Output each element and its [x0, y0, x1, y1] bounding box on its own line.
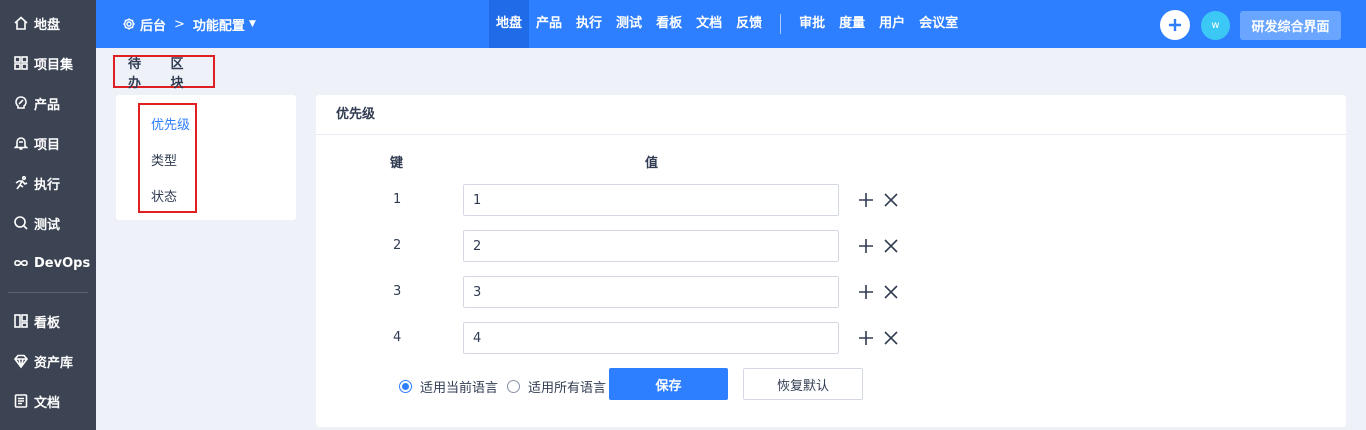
grid-icon	[13, 55, 29, 71]
radio-all-languages[interactable]: 适用所有语言	[507, 377, 606, 396]
topnav-item-docs[interactable]: 文档	[689, 0, 729, 48]
restore-default-button[interactable]: 恢复默认	[743, 368, 863, 400]
add-row-icon[interactable]	[858, 238, 874, 254]
bell-icon	[13, 135, 29, 151]
sidebar-item-label: 资产库	[34, 355, 74, 371]
topnav-divider	[780, 14, 782, 34]
avatar[interactable]: w	[1201, 11, 1230, 40]
value-input[interactable]	[463, 322, 839, 354]
main-panel: 优先级 键 值 1 2 3 4 适用当前语言 适用所有语言 保存 恢复默认	[316, 95, 1346, 427]
save-button[interactable]: 保存	[609, 368, 728, 400]
add-row-icon[interactable]	[858, 284, 874, 300]
sidebar-item-assets[interactable]: 资产库	[0, 341, 96, 381]
sidebar-item-label: 看板	[34, 315, 61, 331]
sidebar-item-label: 项目	[34, 137, 61, 153]
subtabs: 待办 区块	[113, 53, 215, 99]
bulb-icon	[13, 95, 29, 111]
plus-icon	[1169, 19, 1181, 31]
topnav-item-feedback[interactable]: 反馈	[729, 0, 769, 48]
sidebar-item-devops[interactable]: DevOps	[0, 243, 96, 283]
sidebar-item-kanban[interactable]: 看板	[0, 301, 96, 341]
top-nav: 地盘 产品 执行 测试 看板 文档 反馈 审批 度量 用户 会议室	[489, 0, 965, 48]
row-key: 3	[393, 284, 402, 299]
delete-row-icon[interactable]	[883, 330, 899, 346]
menu-item-status[interactable]: 状态	[140, 186, 195, 222]
sidebar-item-label: 文档	[34, 395, 61, 411]
top-header: 后台 > 功能配置 ▼ 地盘 产品 执行 测试 看板 文档 反馈 审批 度量 用…	[96, 0, 1366, 48]
topnav-item-users[interactable]: 用户	[872, 0, 912, 48]
row-key: 1	[393, 192, 402, 207]
gear-icon	[122, 17, 140, 32]
sidebar-item-program[interactable]: 项目集	[0, 43, 96, 83]
sidebar: 地盘 项目集 产品 项目 执行 测试 DevOps 看板 资产库 文档	[0, 0, 96, 430]
sidebar-item-home[interactable]: 地盘	[0, 3, 96, 43]
sidebar-item-label: 地盘	[34, 17, 61, 33]
infinity-icon	[13, 255, 29, 271]
row-key: 4	[393, 330, 402, 345]
run-icon	[13, 175, 29, 191]
sidebar-item-test[interactable]: 测试	[0, 203, 96, 243]
topnav-item-execution[interactable]: 执行	[569, 0, 609, 48]
value-column-header: 值	[645, 156, 659, 171]
topnav-item-kanban[interactable]: 看板	[649, 0, 689, 48]
left-menu: 优先级 类型 状态	[138, 103, 197, 213]
breadcrumb-root[interactable]: 后台	[140, 15, 166, 34]
sidebar-item-docs[interactable]: 文档	[0, 381, 96, 421]
row-key: 2	[393, 238, 402, 253]
chevron-down-icon[interactable]: ▼	[249, 19, 256, 29]
sidebar-item-execution[interactable]: 执行	[0, 163, 96, 203]
value-input[interactable]	[463, 230, 839, 262]
tab-todo[interactable]: 待办	[126, 53, 148, 99]
topnav-item-home[interactable]: 地盘	[489, 0, 530, 48]
menu-item-priority[interactable]: 优先级	[140, 114, 195, 150]
sidebar-divider	[8, 292, 88, 293]
add-row-icon[interactable]	[858, 192, 874, 208]
home-icon	[13, 15, 29, 31]
radio-indicator	[399, 380, 412, 393]
create-button[interactable]	[1160, 10, 1190, 40]
delete-row-icon[interactable]	[883, 238, 899, 254]
topnav-item-approval[interactable]: 审批	[792, 0, 832, 48]
add-row-icon[interactable]	[858, 330, 874, 346]
diamond-icon	[13, 353, 29, 369]
sidebar-item-label: 产品	[34, 97, 61, 113]
delete-row-icon[interactable]	[883, 284, 899, 300]
search-icon	[13, 215, 29, 231]
breadcrumb: 后台 > 功能配置 ▼	[122, 0, 256, 48]
sidebar-item-label: 执行	[34, 177, 61, 193]
value-input[interactable]	[463, 276, 839, 308]
topnav-item-product[interactable]: 产品	[529, 0, 569, 48]
topnav-item-test[interactable]: 测试	[609, 0, 649, 48]
breadcrumb-separator: >	[174, 16, 185, 32]
radio-label: 适用当前语言	[420, 381, 499, 396]
key-column-header: 键	[390, 156, 404, 171]
radio-current-language[interactable]: 适用当前语言	[399, 377, 498, 396]
sidebar-item-label: 测试	[34, 217, 61, 233]
value-input[interactable]	[463, 184, 839, 216]
radio-label: 适用所有语言	[528, 381, 607, 396]
breadcrumb-current[interactable]: 功能配置	[193, 15, 245, 34]
radio-indicator	[507, 380, 520, 393]
sidebar-item-product[interactable]: 产品	[0, 83, 96, 123]
sidebar-item-project[interactable]: 项目	[0, 123, 96, 163]
document-icon	[13, 393, 29, 409]
sidebar-item-label: DevOps	[34, 255, 91, 271]
panel-title: 优先级	[316, 95, 1346, 135]
topnav-item-metrics[interactable]: 度量	[832, 0, 872, 48]
workspace-switch-button[interactable]: 研发综合界面	[1240, 11, 1341, 40]
tab-block[interactable]: 区块	[171, 53, 190, 91]
sidebar-item-label: 项目集	[34, 57, 74, 73]
delete-row-icon[interactable]	[883, 192, 899, 208]
topnav-item-meeting-room[interactable]: 会议室	[912, 0, 965, 48]
menu-item-type[interactable]: 类型	[140, 150, 195, 186]
kanban-icon	[13, 313, 29, 329]
